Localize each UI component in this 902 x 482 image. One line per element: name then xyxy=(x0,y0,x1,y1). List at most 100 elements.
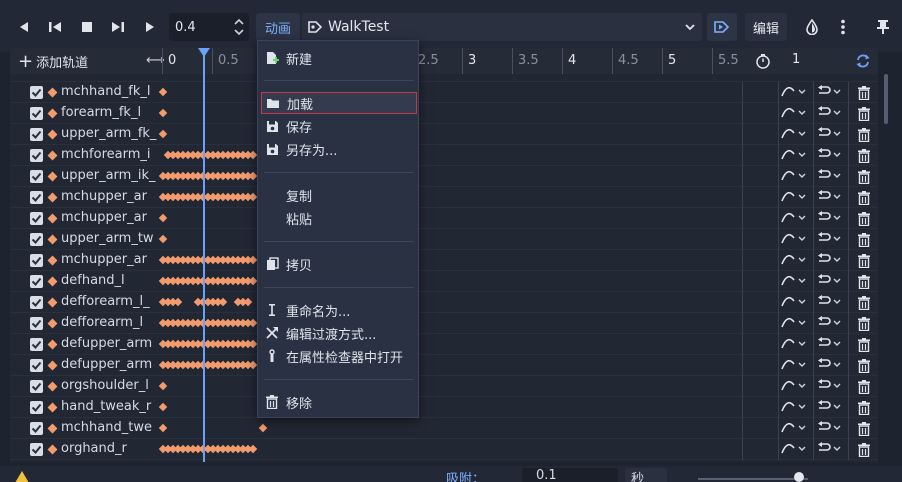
zoom-slider-track[interactable] xyxy=(698,478,808,480)
trash-icon[interactable] xyxy=(857,275,871,293)
track-keyframes[interactable] xyxy=(158,397,742,418)
trash-icon[interactable] xyxy=(857,170,871,188)
trash-icon[interactable] xyxy=(857,86,871,104)
interpolation-mode-icon[interactable] xyxy=(781,316,807,334)
track-enabled-checkbox[interactable] xyxy=(30,296,43,309)
track-row[interactable]: mchupper_ar xyxy=(10,187,878,208)
track-row[interactable]: upper_arm_tw xyxy=(10,229,878,250)
keyframe[interactable] xyxy=(248,276,258,286)
track-keyframes[interactable] xyxy=(158,124,742,145)
keyframe[interactable] xyxy=(248,192,258,202)
loop-wrap-mode-icon[interactable] xyxy=(816,253,842,271)
interpolation-mode-icon[interactable] xyxy=(781,253,807,271)
trash-icon[interactable] xyxy=(857,317,871,335)
loop-wrap-mode-icon[interactable] xyxy=(816,400,842,418)
loop-wrap-mode-icon[interactable] xyxy=(816,274,842,292)
menu-item-open-in-inspector[interactable]: 在属性检查器中打开 xyxy=(261,345,417,367)
keyframe[interactable] xyxy=(158,423,168,433)
keyframe[interactable] xyxy=(158,402,168,412)
keyframe[interactable] xyxy=(218,297,228,307)
loop-wrap-mode-icon[interactable] xyxy=(816,232,842,250)
trash-icon[interactable] xyxy=(857,254,871,272)
interpolation-mode-icon[interactable] xyxy=(781,211,807,229)
track-keyframes[interactable] xyxy=(158,82,742,103)
loop-wrap-mode-icon[interactable] xyxy=(816,316,842,334)
play-icon[interactable] xyxy=(140,14,160,40)
keyframe[interactable] xyxy=(248,444,258,454)
autoplay-on-load-button[interactable] xyxy=(707,13,737,41)
track-row[interactable]: defforearm_l xyxy=(10,313,878,334)
interpolation-mode-icon[interactable] xyxy=(781,106,807,124)
loop-wrap-mode-icon[interactable] xyxy=(816,148,842,166)
track-row[interactable]: defupper_arm xyxy=(10,334,878,355)
track-keyframes[interactable] xyxy=(158,271,742,292)
interpolation-mode-icon[interactable] xyxy=(781,274,807,292)
play-backwards-from-end-icon[interactable] xyxy=(44,14,66,40)
menu-item-save-as[interactable]: 另存为... xyxy=(261,138,417,160)
track-keyframes[interactable] xyxy=(158,292,742,313)
track-enabled-checkbox[interactable] xyxy=(30,170,43,183)
keyframe[interactable] xyxy=(173,297,183,307)
keyframe[interactable] xyxy=(158,129,168,139)
trash-icon[interactable] xyxy=(857,422,871,440)
track-row[interactable]: forearm_fk_l xyxy=(10,103,878,124)
trash-icon[interactable] xyxy=(857,359,871,377)
snap-unit-select[interactable]: 秒 xyxy=(625,468,667,482)
trash-icon[interactable] xyxy=(857,191,871,209)
trash-icon[interactable] xyxy=(857,296,871,314)
track-enabled-checkbox[interactable] xyxy=(30,149,43,162)
playhead-handle[interactable] xyxy=(198,48,210,57)
track-enabled-checkbox[interactable] xyxy=(30,212,43,225)
track-enabled-checkbox[interactable] xyxy=(30,401,43,414)
animation-menu-button[interactable]: 动画 xyxy=(256,13,300,41)
loop-wrap-mode-icon[interactable] xyxy=(816,295,842,313)
track-keyframes[interactable] xyxy=(158,376,742,397)
timeline-ruler[interactable]: 0 0.5 2.5 3 3.5 4 4.5 5 5.5 xyxy=(162,48,742,74)
track-row[interactable]: mchforearm_i xyxy=(10,145,878,166)
track-keyframes[interactable] xyxy=(158,418,742,439)
keyframe[interactable] xyxy=(248,255,258,265)
trash-icon[interactable] xyxy=(857,443,871,461)
playhead[interactable] xyxy=(203,48,205,462)
track-keyframes[interactable] xyxy=(158,355,742,376)
loop-wrap-mode-icon[interactable] xyxy=(816,379,842,397)
menu-item-remove[interactable]: 移除 xyxy=(261,391,417,413)
time-input[interactable]: 0.4 xyxy=(169,13,249,41)
loop-wrap-mode-icon[interactable] xyxy=(816,421,842,439)
track-row[interactable]: mchhand_twe xyxy=(10,418,878,439)
edit-button[interactable]: 编辑 xyxy=(745,13,787,41)
track-row[interactable]: mchupper_ar xyxy=(10,250,878,271)
loop-wrap-mode-icon[interactable] xyxy=(816,442,842,460)
keyframe[interactable] xyxy=(248,171,258,181)
menu-item-edit-transitions[interactable]: 编辑过渡方式... xyxy=(261,322,417,344)
track-enabled-checkbox[interactable] xyxy=(30,380,43,393)
track-enabled-checkbox[interactable] xyxy=(30,359,43,372)
loop-wrap-mode-icon[interactable] xyxy=(816,211,842,229)
trash-icon[interactable] xyxy=(857,128,871,146)
track-row[interactable]: upper_arm_fk_ xyxy=(10,124,878,145)
keyframe[interactable] xyxy=(158,87,168,97)
menu-item-paste[interactable]: 粘贴 xyxy=(261,207,417,229)
track-scrollbar[interactable] xyxy=(884,74,888,124)
track-enabled-checkbox[interactable] xyxy=(30,422,43,435)
track-enabled-checkbox[interactable] xyxy=(30,128,43,141)
menu-item-copy[interactable]: 复制 xyxy=(261,184,417,206)
track-keyframes[interactable] xyxy=(158,313,742,334)
interpolation-mode-icon[interactable] xyxy=(781,232,807,250)
keyframe[interactable] xyxy=(248,360,258,370)
track-keyframes[interactable] xyxy=(158,166,742,187)
track-enabled-checkbox[interactable] xyxy=(30,86,43,99)
interpolation-mode-icon[interactable] xyxy=(781,421,807,439)
keyframe[interactable] xyxy=(158,234,168,244)
track-row[interactable]: orgshoulder_l xyxy=(10,376,878,397)
loop-wrap-mode-icon[interactable] xyxy=(816,127,842,145)
track-enabled-checkbox[interactable] xyxy=(30,107,43,120)
trash-icon[interactable] xyxy=(857,338,871,356)
interpolation-mode-icon[interactable] xyxy=(781,85,807,103)
loop-wrap-mode-icon[interactable] xyxy=(816,85,842,103)
trash-icon[interactable] xyxy=(857,380,871,398)
snap-value-input[interactable]: 0.1 xyxy=(522,468,618,482)
loop-wrap-mode-icon[interactable] xyxy=(816,106,842,124)
interpolation-mode-icon[interactable] xyxy=(781,358,807,376)
menu-item-save[interactable]: 保存 xyxy=(261,115,417,137)
